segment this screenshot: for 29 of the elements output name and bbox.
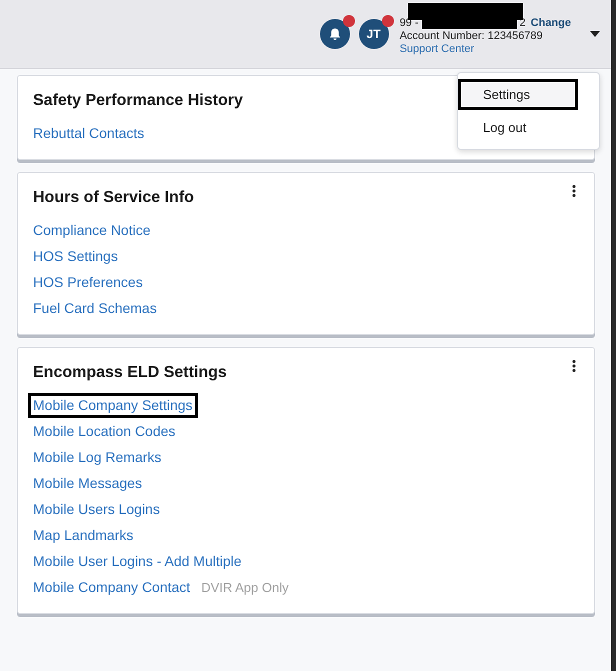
scrollbar[interactable]	[611, 0, 616, 671]
settings-link[interactable]: HOS Preferences	[28, 270, 148, 295]
settings-link[interactable]: Mobile Log Remarks	[28, 445, 166, 470]
settings-link[interactable]: Mobile Company Settings	[28, 393, 198, 418]
caret-icon[interactable]	[590, 31, 600, 37]
support-center-link[interactable]: Support Center	[400, 42, 474, 54]
settings-link[interactable]: Mobile Location Codes	[28, 419, 180, 444]
bell-icon	[328, 28, 341, 40]
notification-bell-button[interactable]	[320, 19, 350, 49]
more-options-icon[interactable]	[572, 360, 576, 372]
settings-link[interactable]: Compliance Notice	[28, 218, 156, 243]
change-link[interactable]: Change	[530, 16, 571, 30]
settings-link[interactable]: Rebuttal Contacts	[28, 121, 150, 146]
settings-link[interactable]: Mobile Messages	[28, 471, 147, 496]
settings-link[interactable]: Mobile Users Logins	[28, 497, 165, 522]
settings-link[interactable]: Mobile User Logins - Add Multiple	[28, 549, 247, 574]
user-avatar[interactable]: JT	[358, 19, 389, 49]
link-note: DVIR App Only	[201, 580, 289, 595]
card-title: Safety Performance History	[33, 92, 243, 110]
more-options-icon[interactable]	[572, 185, 576, 197]
settings-link[interactable]: Mobile Company Contact	[28, 575, 196, 600]
card-title: Hours of Service Info	[33, 189, 194, 207]
account-number: Account Number: 123456789	[400, 30, 544, 42]
settings-link[interactable]: HOS Settings	[28, 244, 123, 269]
card-title: Encompass ELD Settings	[33, 364, 227, 382]
settings-link[interactable]: Map Landmarks	[28, 523, 138, 548]
settings-link[interactable]: Fuel Card Schemas	[28, 296, 162, 321]
menu-item[interactable]: Settings	[458, 79, 578, 110]
menu-item[interactable]: Log out	[458, 112, 599, 143]
